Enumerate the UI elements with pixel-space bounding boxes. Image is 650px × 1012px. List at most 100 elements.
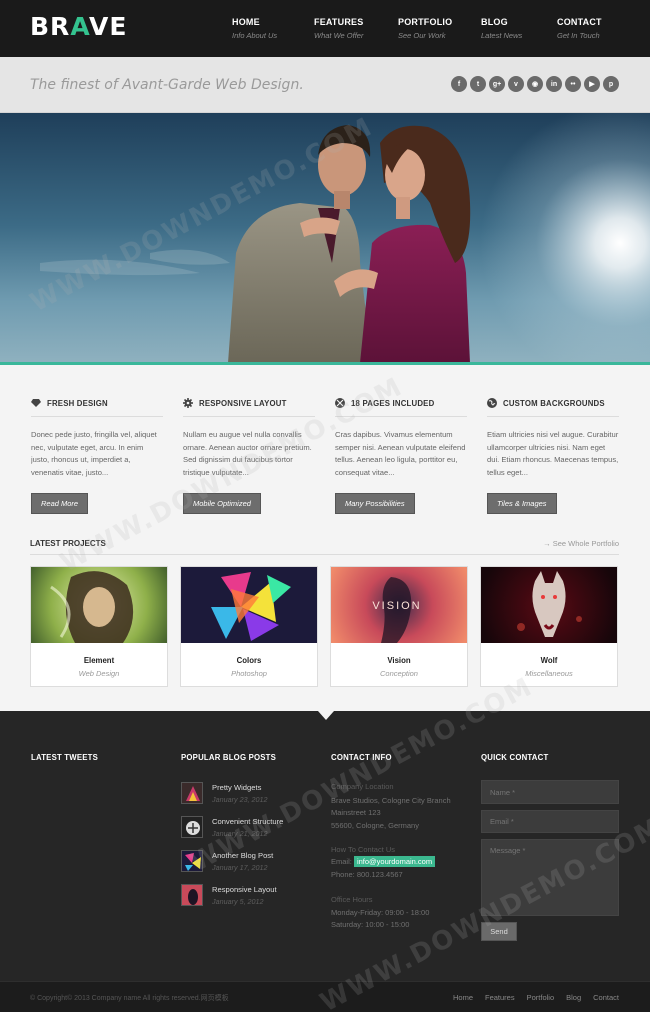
office-hours-label: Office Hours bbox=[331, 895, 373, 904]
post-title: Pretty Widgets bbox=[212, 783, 262, 792]
email-link[interactable]: info@yourdomain.com bbox=[353, 856, 436, 867]
blog-post-item[interactable]: Another Blog Post January 17, 2012 bbox=[181, 850, 311, 876]
linkedin-icon[interactable]: in bbox=[546, 76, 562, 92]
blog-post-item[interactable]: Convenient Structure January 21, 2012 bbox=[181, 816, 311, 842]
email-field[interactable] bbox=[481, 810, 619, 833]
tagline-bar: The finest of Avant-Garde Web Design. ft… bbox=[0, 57, 650, 113]
hours-line: Monday-Friday: 09:00 - 18:00 bbox=[331, 908, 430, 917]
post-thumbnail bbox=[181, 850, 203, 872]
google-plus-icon[interactable]: g+ bbox=[489, 76, 505, 92]
vision-thumb-text: VISION bbox=[372, 600, 421, 612]
blog-post-item[interactable]: Pretty Widgets January 23, 2012 bbox=[181, 782, 311, 808]
globe-icon bbox=[487, 398, 497, 408]
youtube-icon[interactable]: ▶ bbox=[584, 76, 600, 92]
project-category: Photoshop bbox=[231, 669, 267, 678]
mobile-optimized-button[interactable]: Mobile Optimized bbox=[183, 493, 261, 514]
pinterest-icon[interactable]: p bbox=[603, 76, 619, 92]
message-field[interactable] bbox=[481, 839, 619, 916]
gear-icon bbox=[183, 398, 193, 408]
footer-notch bbox=[318, 711, 334, 720]
project-category: Conception bbox=[380, 669, 418, 678]
project-title: Wolf bbox=[540, 656, 558, 665]
nav-item-portfolio[interactable]: PORTFOLIO See Our Work bbox=[398, 17, 452, 40]
project-title: Vision bbox=[387, 656, 411, 665]
footer-nav: Home Features Portfolio Blog Contact bbox=[453, 993, 619, 1002]
feature-title: CUSTOM BACKGROUNDS bbox=[503, 398, 605, 408]
facebook-icon[interactable]: f bbox=[451, 76, 467, 92]
name-field[interactable] bbox=[481, 780, 619, 804]
nav-item-blog[interactable]: BLOG Latest News bbox=[481, 17, 522, 40]
nav-item-contact[interactable]: CONTACT Get In Touch bbox=[557, 17, 602, 40]
social-icons: f t g+ v ◉ in •• ▶ p bbox=[451, 76, 619, 92]
site-header: BRAVE HOME Info About Us FEATURES What We … bbox=[0, 0, 650, 57]
nav-item-home[interactable]: HOME Info About Us bbox=[232, 17, 277, 40]
flickr-icon[interactable]: •• bbox=[565, 76, 581, 92]
project-category: Miscellaneous bbox=[525, 669, 573, 678]
contact-info-title: CONTACT INFO bbox=[331, 753, 392, 762]
read-more-button[interactable]: Read More bbox=[31, 493, 89, 514]
main-nav: HOME Info About Us FEATURES What We Offer … bbox=[0, 17, 650, 47]
project-card-colors[interactable]: Colors Photoshop bbox=[180, 566, 318, 687]
feature-fresh-design: FRESH DESIGN Donec pede justo, fringilla… bbox=[31, 398, 163, 514]
popular-posts-title: POPULAR BLOG POSTS bbox=[181, 753, 277, 762]
project-card-vision[interactable]: VISION Vision Conception bbox=[330, 566, 468, 687]
project-category: Web Design bbox=[78, 669, 120, 678]
see-portfolio-link[interactable]: → See Whole Portfolio bbox=[543, 539, 619, 548]
project-thumbnail bbox=[31, 567, 167, 643]
blog-post-item[interactable]: Responsive Layout January 5, 2012 bbox=[181, 884, 311, 910]
email-line: Email: info@yourdomain.com bbox=[331, 856, 436, 867]
post-date: January 21, 2012 bbox=[212, 829, 268, 838]
footer-link-home[interactable]: Home bbox=[453, 993, 473, 1002]
project-title: Element bbox=[83, 656, 115, 665]
post-date: January 17, 2012 bbox=[212, 863, 268, 872]
project-card-element[interactable]: Element Web Design bbox=[30, 566, 168, 687]
send-button[interactable]: Send bbox=[481, 922, 517, 941]
many-possibilities-button[interactable]: Many Possibilities bbox=[335, 493, 415, 514]
hero-couple-photo bbox=[0, 113, 650, 363]
project-thumbnail bbox=[481, 567, 617, 643]
footer-link-contact[interactable]: Contact bbox=[593, 993, 619, 1002]
project-card-wolf[interactable]: Wolf Miscellaneous bbox=[480, 566, 618, 687]
vimeo-icon[interactable]: v bbox=[508, 76, 524, 92]
project-title: Colors bbox=[236, 656, 262, 665]
post-title: Another Blog Post bbox=[212, 851, 274, 860]
divider bbox=[30, 554, 619, 555]
grid-circle-icon bbox=[335, 398, 345, 408]
tiles-images-button[interactable]: Tiles & Images bbox=[487, 493, 557, 514]
hours-line: Saturday: 10:00 - 15:00 bbox=[331, 920, 410, 929]
bottom-bar: © Copyright© 2013 Company name All right… bbox=[0, 981, 650, 1012]
feature-custom-backgrounds: CUSTOM BACKGROUNDS Etiam ultricies nisi … bbox=[487, 398, 619, 514]
feature-text: Donec pede justo, fringilla vel, aliquet… bbox=[31, 430, 157, 477]
feature-title: RESPONSIVE LAYOUT bbox=[199, 398, 287, 408]
hero-accent-line bbox=[0, 362, 650, 365]
post-thumbnail bbox=[181, 884, 203, 906]
post-title: Convenient Structure bbox=[212, 817, 284, 826]
post-title: Responsive Layout bbox=[212, 885, 277, 894]
footer-link-blog[interactable]: Blog bbox=[566, 993, 581, 1002]
post-date: January 23, 2012 bbox=[212, 795, 268, 804]
feature-title: FRESH DESIGN bbox=[47, 398, 108, 408]
project-thumbnail bbox=[181, 567, 317, 643]
quick-contact-title: QUICK CONTACT bbox=[481, 753, 549, 762]
twitter-icon[interactable]: t bbox=[470, 76, 486, 92]
latest-projects-title: LATEST PROJECTS bbox=[30, 539, 106, 548]
tagline: The finest of Avant-Garde Web Design. bbox=[30, 77, 304, 93]
rss-icon[interactable]: ◉ bbox=[527, 76, 543, 92]
address-line: 55600, Cologne, Germany bbox=[331, 821, 419, 830]
copyright-text: © Copyright© 2013 Company name All right… bbox=[30, 995, 229, 1002]
feature-text: Etiam ultricies nisi vel augue. Curabitu… bbox=[487, 430, 619, 477]
feature-text: Nullam eu augue vel nulla convallis orna… bbox=[183, 430, 312, 477]
feature-pages-included: 18 PAGES INCLUDED Cras dapibus. Vivamus … bbox=[335, 398, 467, 514]
post-thumbnail bbox=[181, 816, 203, 838]
address-line: Mainstreet 123 bbox=[331, 808, 381, 817]
feature-responsive-layout: RESPONSIVE LAYOUT Nullam eu augue vel nu… bbox=[183, 398, 315, 514]
feature-title: 18 PAGES INCLUDED bbox=[351, 398, 435, 408]
post-thumbnail bbox=[181, 782, 203, 804]
latest-tweets-title: LATEST TWEETS bbox=[31, 753, 98, 762]
address-line: Brave Studios, Cologne City Branch bbox=[331, 796, 451, 805]
footer-link-portfolio[interactable]: Portfolio bbox=[527, 993, 555, 1002]
nav-item-features[interactable]: FEATURES What We Offer bbox=[314, 17, 363, 40]
hero-image bbox=[0, 113, 650, 363]
footer-link-features[interactable]: Features bbox=[485, 993, 515, 1002]
phone-line: Phone: 800.123.4567 bbox=[331, 870, 403, 879]
